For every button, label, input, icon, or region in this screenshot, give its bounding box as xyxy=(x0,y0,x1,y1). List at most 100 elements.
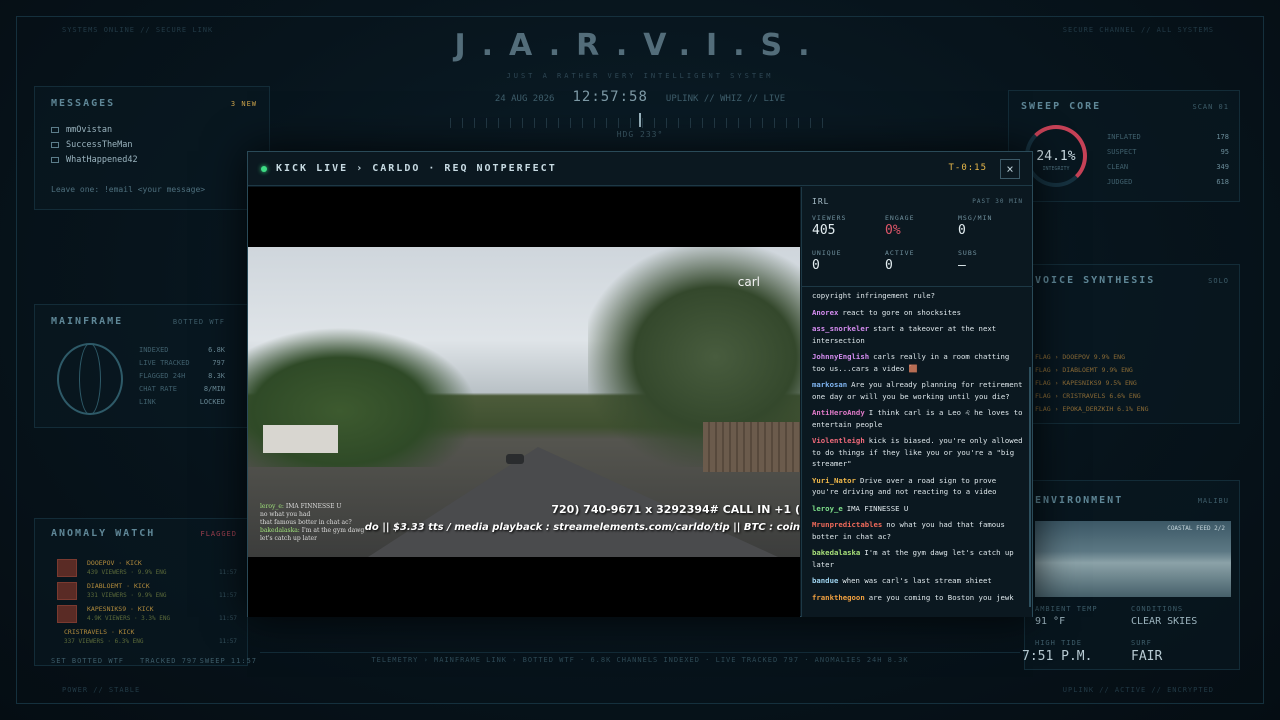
chat-username[interactable]: Yuri_Nator xyxy=(812,476,856,485)
chat-scrollbar[interactable] xyxy=(1029,367,1031,607)
environment-tag: MALIBU xyxy=(1197,497,1229,505)
chat-message: Anorex react to gore on shocksites xyxy=(802,307,1033,319)
mainframe-row-value: 8.3K xyxy=(208,372,225,380)
chat-username[interactable]: leroy_e xyxy=(812,504,843,513)
message-sender: WhatHappened42 xyxy=(66,155,138,165)
stat-label: ACTIVE xyxy=(885,249,915,257)
anomaly-stat: 331 VIEWERS · 9.9% ENG xyxy=(87,592,167,599)
stat-viewers: VIEWERS 405 xyxy=(812,214,882,238)
hud-link: UPLINK // WHIZ // LIVE xyxy=(665,94,786,104)
stat-label: MSG/MIN xyxy=(958,214,993,222)
messages-title: MESSAGES xyxy=(51,98,116,109)
mainframe-row-key: INDEXED xyxy=(139,346,169,354)
mail-icon xyxy=(51,142,59,148)
chat-message: Mrunpredictables no what you had that fam… xyxy=(802,519,1033,542)
chat-username[interactable]: markosan xyxy=(812,380,847,389)
mail-icon xyxy=(51,127,59,133)
anomaly-stat: 4.9K VIEWERS · 3.3% ENG xyxy=(87,615,171,622)
video-ticker-phone: 720) 740-9671 x 3292394# CALL IN +1 ( xyxy=(551,503,800,516)
hud-date: 24 AUG 2026 xyxy=(494,94,555,104)
mainframe-title: MAINFRAME xyxy=(51,316,124,327)
anomaly-tag: FLAGGED xyxy=(200,530,237,538)
anomaly-footer-right: SWEEP 11:57 xyxy=(199,657,257,665)
overlay-line: that famous botter in chat ac? xyxy=(260,519,364,527)
stat-msg-min: MSG/MIN 0 xyxy=(958,214,1028,238)
video-watermark: carl xyxy=(737,275,760,289)
environment-panel: ENVIRONMENT MALIBU COASTAL FEED 2/2 AMBI… xyxy=(1022,480,1240,670)
modal-header: KICK LIVE › CARLDO · REQ NOTPERFECT T-0:… xyxy=(248,152,1032,186)
chat-message: copyright infringement rule? xyxy=(802,290,1033,302)
anomaly-stat: 337 VIEWERS · 6.3% ENG xyxy=(64,638,144,645)
mainframe-tag: BOTTED WTF xyxy=(172,318,225,326)
messages-badge: 3 NEW xyxy=(230,100,257,108)
overlay-line: let's catch up later xyxy=(260,535,364,543)
video-player[interactable]: carl leroy_e: IMA FINNESSE Uno what you … xyxy=(248,187,800,617)
anomaly-name: DIABLOEMT · KICK xyxy=(87,582,150,590)
anomaly-stat: 439 VIEWERS · 9.9% ENG xyxy=(87,569,167,576)
chat-message: AntiHeroAndy I think carl is a Leo ♌ he l… xyxy=(802,407,1033,430)
anomaly-item[interactable]: DOOEPOV · KICK 439 VIEWERS · 9.9% ENG 11:5… xyxy=(57,559,237,579)
mainframe-panel: MAINFRAME BOTTED WTF INDEXED 6.8K LIVE TRA… xyxy=(34,304,248,428)
chat-username[interactable]: Violentleigh xyxy=(812,436,865,445)
stream-sidebar: IRL PAST 30 MIN VIEWERS 405 ENGAGE 0% MSG/MI… xyxy=(801,187,1033,617)
anomaly-item[interactable]: CRISTRAVELS · KICK 337 VIEWERS · 6.3% ENG… xyxy=(57,628,237,648)
sweep-row-value: 349 xyxy=(1216,163,1229,171)
overlay-text: that famous botter in chat ac? xyxy=(260,519,352,526)
voice-row: FLAG › EPOKA_DERZKIH 6.1% ENG xyxy=(1035,405,1149,413)
stat-subs: SUBS — xyxy=(958,249,1028,273)
close-button[interactable]: × xyxy=(1000,159,1020,179)
messages-hint: Leave one: !email <your message> xyxy=(51,185,206,194)
video-chat-overlay: leroy_e: IMA FINNESSE Uno what you had th… xyxy=(260,503,364,543)
stat-value: 0 xyxy=(885,258,893,273)
sweep-percent-label: INTEGRITY xyxy=(1042,166,1070,172)
overlay-text: IMA FINNESSE U xyxy=(283,503,342,510)
chat-username[interactable]: JohnnyEnglish xyxy=(812,352,869,361)
chat-username[interactable]: ass_snorkeler xyxy=(812,324,869,333)
high-tide-label: HIGH TIDE xyxy=(1035,639,1082,647)
mainframe-row-key: LIVE TRACKED xyxy=(139,359,190,367)
video-frame: carl leroy_e: IMA FINNESSE Uno what you … xyxy=(248,247,800,557)
chat-text: copyright infringement rule? xyxy=(812,291,936,300)
anomaly-time: 11:57 xyxy=(218,638,237,645)
hud-title: J.A.R.V.I.S. xyxy=(454,28,826,63)
messages-list: mmOvistan SuccessTheMan WhatHappened42 xyxy=(51,125,138,170)
chat-username[interactable]: Anorex xyxy=(812,308,838,317)
stat-label: UNIQUE xyxy=(812,249,842,257)
anomaly-name: DOOEPOV · KICK xyxy=(87,559,142,567)
chat-log[interactable]: copyright infringement rule? Anorex react … xyxy=(802,290,1033,617)
sweep-row-key: JUDGED xyxy=(1107,178,1133,186)
sweep-row: SUSPECT 95 xyxy=(1107,148,1229,156)
conditions-label: CONDITIONS xyxy=(1131,605,1184,613)
chat-username[interactable]: bandue xyxy=(812,576,838,585)
overlay-user: bakedalaska: xyxy=(260,527,300,534)
chat-message: bandue when was carl's last stream shieet xyxy=(802,575,1033,587)
message-item[interactable]: SuccessTheMan xyxy=(51,140,138,150)
anomaly-name: CRISTRAVELS · KICK xyxy=(64,628,135,636)
chat-username[interactable]: frankthegoon xyxy=(812,593,865,602)
stream-stats: IRL PAST 30 MIN VIEWERS 405 ENGAGE 0% MSG/MI… xyxy=(802,187,1033,287)
message-item[interactable]: mmOvistan xyxy=(51,125,138,135)
stream-modal: KICK LIVE › CARLDO · REQ NOTPERFECT T-0:… xyxy=(247,151,1033,617)
message-item[interactable]: WhatHappened42 xyxy=(51,155,138,165)
voice-row: FLAG › DIABLOEMT 9.9% ENG xyxy=(1035,366,1133,374)
coastal-camera: COASTAL FEED 2/2 xyxy=(1035,521,1231,597)
chat-username[interactable]: bakedalaska xyxy=(812,548,860,557)
chat-message: Yuri_Nator Drive over a road sign to prov… xyxy=(802,475,1033,498)
overlay-text: I'm at the gym dawg xyxy=(299,527,365,534)
chat-username[interactable]: Mrunpredictables xyxy=(812,520,882,529)
channel-thumb-icon xyxy=(57,582,77,600)
stat-value: — xyxy=(958,258,966,273)
video-fence xyxy=(703,422,800,472)
modal-title: KICK LIVE › CARLDO · REQ NOTPERFECT xyxy=(276,163,557,174)
conditions-value: CLEAR SKIES xyxy=(1131,616,1198,627)
anomaly-item[interactable]: KAPESNIKS9 · KICK 4.9K VIEWERS · 3.3% ENG… xyxy=(57,605,237,625)
mainframe-row-value: LOCKED xyxy=(199,398,225,406)
chat-text: IMA FINNESSE U xyxy=(846,503,909,513)
corner-text-br: UPLINK // ACTIVE // ENCRYPTED xyxy=(1062,686,1214,694)
ambient-value: 91 °F xyxy=(1035,616,1066,627)
anomaly-item[interactable]: DIABLOEMT · KICK 331 VIEWERS · 9.9% ENG 11… xyxy=(57,582,237,602)
ambient-label: AMBIENT TEMP xyxy=(1035,605,1098,613)
live-indicator-icon xyxy=(261,165,267,172)
stat-value: 405 xyxy=(812,223,836,238)
chat-username[interactable]: AntiHeroAndy xyxy=(812,408,865,417)
